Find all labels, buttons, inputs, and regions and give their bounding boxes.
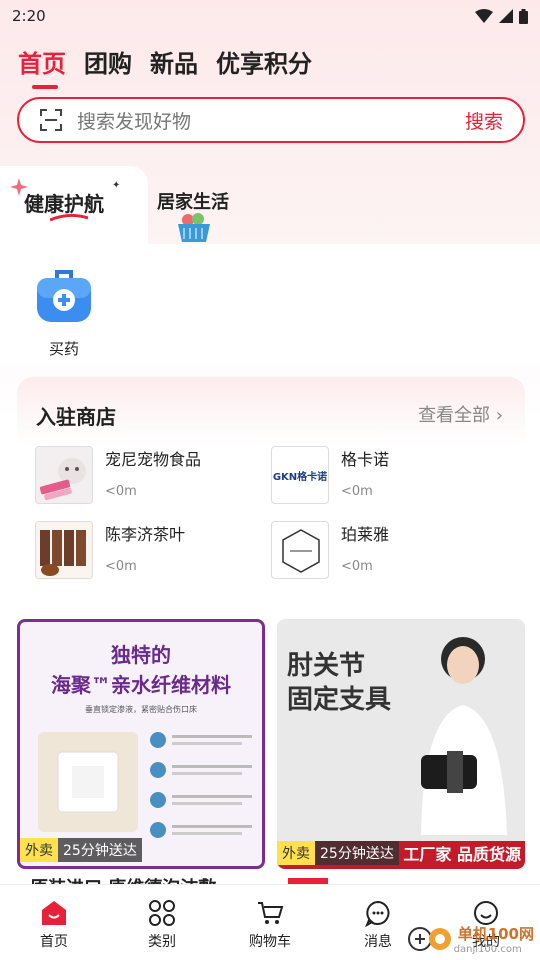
delivery-time: 25分钟送达	[315, 841, 399, 865]
store-distance: <0m	[341, 484, 373, 499]
wifi-icon	[475, 9, 493, 23]
product-image-title-line2: 固定支具	[287, 685, 392, 715]
model-photo	[421, 637, 507, 835]
cart-icon	[258, 902, 284, 924]
star-mark: ✦	[112, 180, 121, 191]
nav-label: 购物车	[249, 934, 291, 950]
store-name: 陈李济茶叶	[105, 525, 186, 544]
home-icon	[42, 901, 66, 925]
stores-section: 入驻商店 查看全部 › 宠尼宠物食品 <0m GKN格卡诺 格卡诺 <0m 陈李…	[17, 377, 525, 603]
nav-category[interactable]: 类别	[108, 885, 216, 960]
watermark-logo-icon	[407, 927, 451, 951]
section-title: 入驻商店	[36, 405, 116, 429]
tab-points[interactable]: 优享积分	[216, 44, 312, 87]
delivery-tag: 外卖	[20, 838, 58, 862]
view-all-label: 查看全部	[418, 405, 491, 426]
store-logo-pet	[35, 446, 93, 504]
top-tabs: 首页 团购 新品 优享积分	[18, 44, 312, 89]
medicine-box-icon	[37, 270, 91, 322]
watermark-text: 单机100网	[457, 925, 534, 943]
category-tabs: 健康护航 ✦	[0, 166, 540, 244]
product-image-title-line2: 海聚™亲水纤维材料	[51, 673, 231, 697]
scan-icon[interactable]	[39, 108, 63, 132]
shortcut-buy-medicine[interactable]: 买药	[28, 262, 100, 359]
delivery-time: 25分钟送达	[58, 838, 142, 862]
gkn-logo-text: GKN格卡诺	[272, 471, 328, 483]
store-name: 珀莱雅	[341, 525, 390, 544]
view-all-link[interactable]: 查看全部 ›	[418, 401, 503, 427]
store-logo-gkn: GKN格卡诺	[271, 446, 329, 504]
feature-list-graphic	[150, 732, 252, 838]
signal-icon	[499, 9, 513, 23]
category-tab-label: 健康护航	[24, 192, 104, 216]
nav-label: 首页	[40, 934, 68, 950]
watermark-sub: danji100.com	[453, 944, 522, 955]
delivery-badge: 外卖 25分钟送达	[20, 838, 142, 862]
category-tab-home-living[interactable]: 居家生活	[157, 188, 229, 214]
search-button[interactable]: 搜索	[465, 107, 503, 134]
product-image-subtitle: 垂直锁定渗液，紧密贴合伤口床	[85, 705, 197, 714]
tea-products-image	[36, 522, 92, 578]
tab-group-buy[interactable]: 团购	[84, 44, 132, 87]
tab-underline-swoosh	[50, 214, 88, 222]
chat-icon	[365, 900, 390, 927]
search-input[interactable]: 搜索发现好物	[77, 107, 465, 134]
product-image-title: 肘关节 固定支具	[287, 649, 391, 717]
tab-home[interactable]: 首页	[18, 44, 66, 89]
product-image-title-line1: 肘关节	[287, 651, 366, 681]
shortcut-label: 买药	[48, 340, 79, 358]
watermark: 单机100网 danji100.com	[407, 922, 534, 956]
dressing-image	[38, 732, 138, 832]
store-item[interactable]: GKN格卡诺 格卡诺 <0m	[271, 446, 501, 506]
delivery-tag: 外卖	[277, 841, 315, 865]
battery-icon	[519, 8, 528, 24]
product-image-title: 独特的 海聚™亲水纤维材料	[20, 640, 262, 700]
store-distance: <0m	[105, 484, 137, 499]
product-card[interactable]: 独特的 海聚™亲水纤维材料 垂直锁定渗液，紧密贴合伤口床 外卖 25分钟送达	[17, 619, 265, 869]
delivery-badge: 外卖 25分钟送达	[277, 841, 399, 865]
nav-cart[interactable]: 购物车	[216, 885, 324, 960]
product-banner-text: 工厂家 品质货源	[403, 845, 521, 864]
store-distance: <0m	[341, 559, 373, 574]
cat-image	[36, 447, 92, 503]
hexagon-logo	[282, 529, 320, 573]
status-time: 2:20	[12, 7, 46, 25]
search-bar[interactable]: 搜索发现好物 搜索	[17, 97, 525, 143]
store-item[interactable]: 宠尼宠物食品 <0m	[35, 446, 265, 506]
store-distance: <0m	[105, 559, 137, 574]
store-logo-tea	[35, 521, 93, 579]
nav-label: 消息	[364, 934, 392, 950]
store-logo-proya	[271, 521, 329, 579]
store-item[interactable]: 珀莱雅 <0m	[271, 521, 501, 581]
store-name: 宠尼宠物食品	[105, 450, 202, 469]
store-name: 格卡诺	[341, 450, 390, 469]
status-icons	[475, 8, 528, 24]
basket-icon	[178, 213, 210, 242]
tab-new[interactable]: 新品	[150, 44, 198, 87]
nav-home[interactable]: 首页	[0, 885, 108, 960]
category-tab-health[interactable]: 健康护航 ✦	[0, 166, 148, 244]
store-item[interactable]: 陈李济茶叶 <0m	[35, 521, 265, 581]
chevron-right-icon: ›	[495, 405, 503, 426]
grid-icon	[149, 900, 175, 926]
nav-label: 类别	[148, 934, 176, 950]
product-card[interactable]: 肘关节 固定支具 工厂家 品质货源 外卖 25分钟送达	[277, 619, 525, 869]
product-image-title-line1: 独特的	[111, 643, 171, 667]
status-bar: 2:20	[0, 0, 540, 32]
